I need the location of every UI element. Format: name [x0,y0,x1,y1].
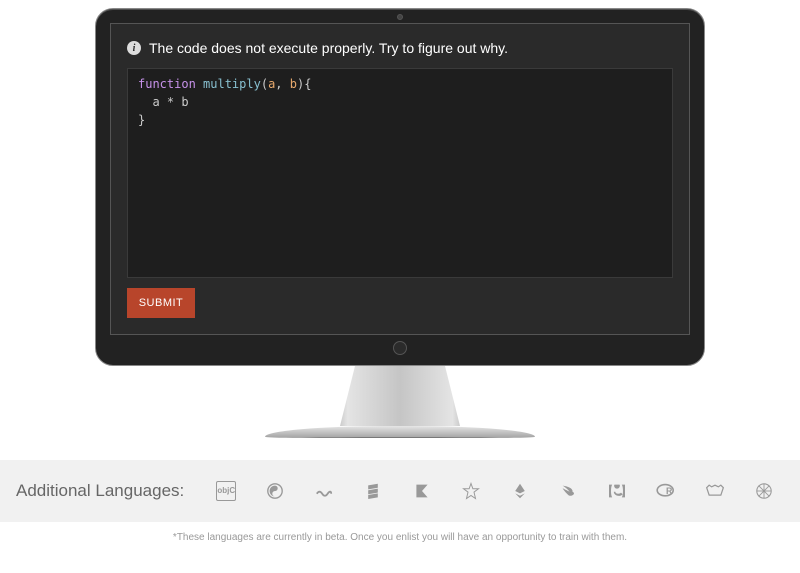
info-icon: i [127,41,141,55]
language-icons-row: objC R [216,481,784,501]
camera-dot [397,14,403,20]
languages-footnote: *These languages are currently in beta. … [0,532,800,543]
code-editor[interactable]: function multiply(a, b){ a * b } [127,68,673,278]
token-comma: , [275,77,289,91]
monitor-wrap: i The code does not execute properly. Tr… [95,0,705,438]
monitor-stand [325,366,475,426]
svg-text:R: R [666,486,673,496]
prompt-row: i The code does not execute properly. Tr… [127,40,673,56]
additional-languages-title: Additional Languages: [16,481,184,501]
erlang-icon[interactable] [607,481,627,501]
ocaml-icon[interactable] [314,481,334,501]
dart-icon[interactable] [461,481,481,501]
brainfuck-icon[interactable] [754,481,774,501]
token-brace: { [304,77,311,91]
nim-icon[interactable] [705,481,725,501]
clojure-icon[interactable] [265,481,285,501]
r-icon[interactable]: R [656,481,676,501]
screen: i The code does not execute properly. Tr… [110,23,690,335]
swift-icon[interactable] [558,481,578,501]
token-arg: b [290,77,297,91]
additional-languages-bar: Additional Languages: objC R [0,460,800,522]
prompt-text: The code does not execute properly. Try … [149,40,508,56]
kotlin-icon[interactable] [412,481,432,501]
submit-button[interactable]: SUBMIT [127,288,195,318]
solidity-icon[interactable] [510,481,530,501]
monitor-stand-base [265,426,535,438]
objc-icon[interactable]: objC [216,481,236,501]
token-brace: } [138,113,145,127]
token-function-name: multiply [203,77,261,91]
monitor-frame: i The code does not execute properly. Tr… [95,8,705,366]
code-line: a * b [138,95,189,109]
token-paren: ( [261,77,268,91]
scala-icon[interactable] [363,481,383,501]
monitor-power-button [393,341,407,355]
token-keyword: function [138,77,196,91]
